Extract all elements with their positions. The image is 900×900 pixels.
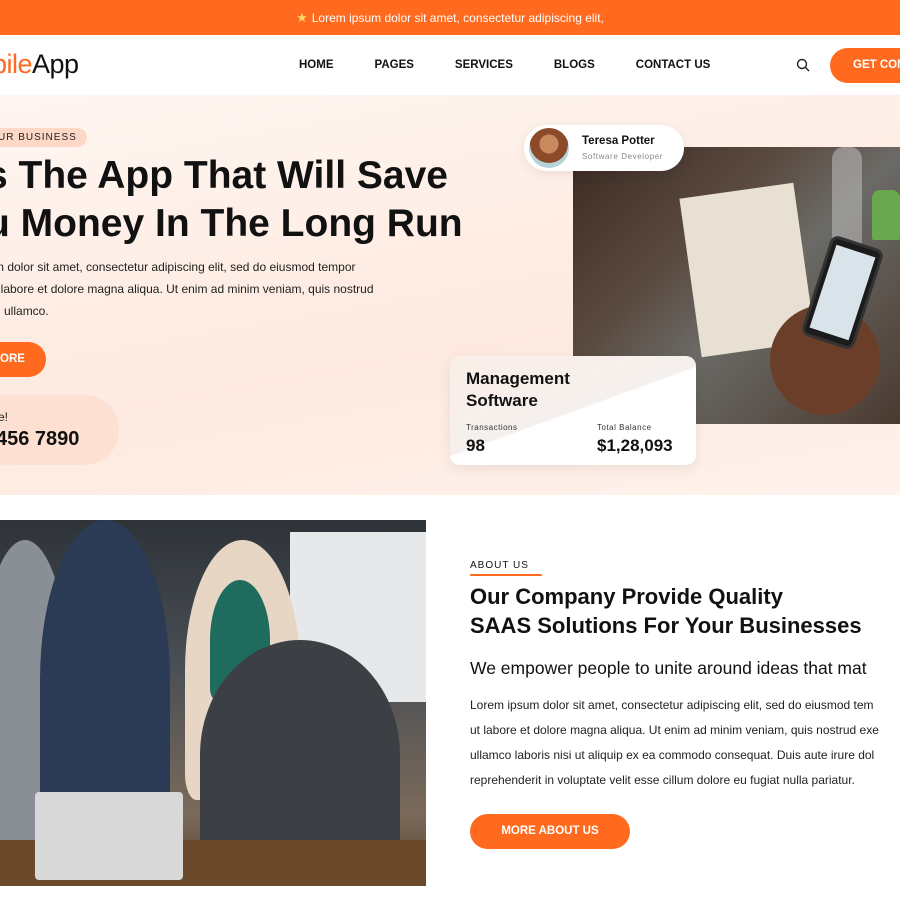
profile-role: Software Developer bbox=[582, 152, 664, 161]
about-title: Our Company Provide Quality SAAS Solutio… bbox=[470, 582, 862, 640]
phone-contact[interactable]: e! 456 7890 bbox=[0, 395, 119, 465]
about-paragraph: Lorem ipsum dolor sit amet, consectetur … bbox=[470, 693, 879, 793]
hero-title: s The App That Will Save u Money In The … bbox=[0, 152, 463, 248]
profile-card: Teresa Potter Software Developer bbox=[524, 125, 684, 171]
balance-value: $1,28,093 bbox=[597, 436, 673, 455]
management-card: Management Software Transactions 98 Tota… bbox=[450, 356, 696, 465]
hero-paragraph-line: t labore et dolore magna aliqua. Ut enim… bbox=[0, 282, 374, 296]
about-underline bbox=[470, 574, 542, 576]
profile-name: Teresa Potter bbox=[582, 135, 655, 147]
laptop-shape bbox=[35, 792, 183, 880]
logo-accent: bile bbox=[0, 49, 33, 79]
about-paragraph-line: Lorem ipsum dolor sit amet, consectetur … bbox=[470, 698, 874, 712]
main-nav: HOME PAGES SERVICES BLOGS CONTACT US bbox=[299, 59, 751, 71]
more-about-us-button[interactable]: MORE ABOUT US bbox=[470, 814, 630, 849]
hero-tag: UR BUSINESS bbox=[0, 128, 87, 147]
about-paragraph-line: ullamco laboris nisi ut aliquip ex ea co… bbox=[470, 748, 875, 762]
search-icon[interactable] bbox=[796, 58, 810, 72]
header: bileApp HOME PAGES SERVICES BLOGS CONTAC… bbox=[0, 35, 900, 95]
nav-blogs[interactable]: BLOGS bbox=[554, 59, 595, 71]
card-title-line: Management bbox=[466, 369, 570, 388]
learn-more-button[interactable]: ORE bbox=[0, 342, 46, 377]
logo[interactable]: bileApp bbox=[0, 49, 79, 80]
nav-pages[interactable]: PAGES bbox=[375, 59, 414, 71]
star-icon: ★ bbox=[296, 9, 308, 25]
avatar bbox=[529, 128, 569, 168]
hero-title-line: s The App That Will Save bbox=[0, 154, 448, 197]
transactions-label: Transactions bbox=[466, 423, 518, 432]
plant-shape bbox=[872, 190, 900, 240]
management-card-title: Management Software bbox=[466, 368, 570, 412]
phone-number: 456 7890 bbox=[0, 428, 80, 450]
about-subtitle: We empower people to unite around ideas … bbox=[470, 658, 867, 678]
nav-contact-us[interactable]: CONTACT US bbox=[636, 59, 711, 71]
hero-title-line: u Money In The Long Run bbox=[0, 202, 463, 245]
about-image bbox=[0, 520, 426, 886]
hero-paragraph-line: n ullamco. bbox=[0, 304, 49, 318]
transactions-value: 98 bbox=[466, 436, 485, 455]
hero-paragraph-line: m dolor sit amet, consectetur adipiscing… bbox=[0, 260, 356, 274]
nav-services[interactable]: SERVICES bbox=[455, 59, 513, 71]
announcement-text: Lorem ipsum dolor sit amet, consectetur … bbox=[311, 10, 604, 25]
phone-label: e! bbox=[0, 410, 9, 424]
nav-home[interactable]: HOME bbox=[299, 59, 334, 71]
about-title-line: Our Company Provide Quality bbox=[470, 584, 783, 609]
card-title-line: Software bbox=[466, 391, 538, 410]
logo-text: App bbox=[32, 49, 79, 79]
about-paragraph-line: ut labore et dolore magna aliqua. Ut eni… bbox=[470, 723, 879, 737]
about-title-line: SAAS Solutions For Your Businesses bbox=[470, 613, 862, 638]
about-paragraph-line: reprehenderit in voluptate velit esse ci… bbox=[470, 773, 855, 787]
person-shape bbox=[200, 640, 400, 870]
announcement-bar: ★ Lorem ipsum dolor sit amet, consectetu… bbox=[0, 0, 900, 35]
hero-section: UR BUSINESS s The App That Will Save u M… bbox=[0, 95, 900, 495]
get-contact-button[interactable]: GET CON bbox=[830, 48, 900, 83]
about-label: ABOUT US bbox=[470, 560, 529, 571]
balance-label: Total Balance bbox=[597, 423, 652, 432]
hero-paragraph: m dolor sit amet, consectetur adipiscing… bbox=[0, 256, 374, 322]
